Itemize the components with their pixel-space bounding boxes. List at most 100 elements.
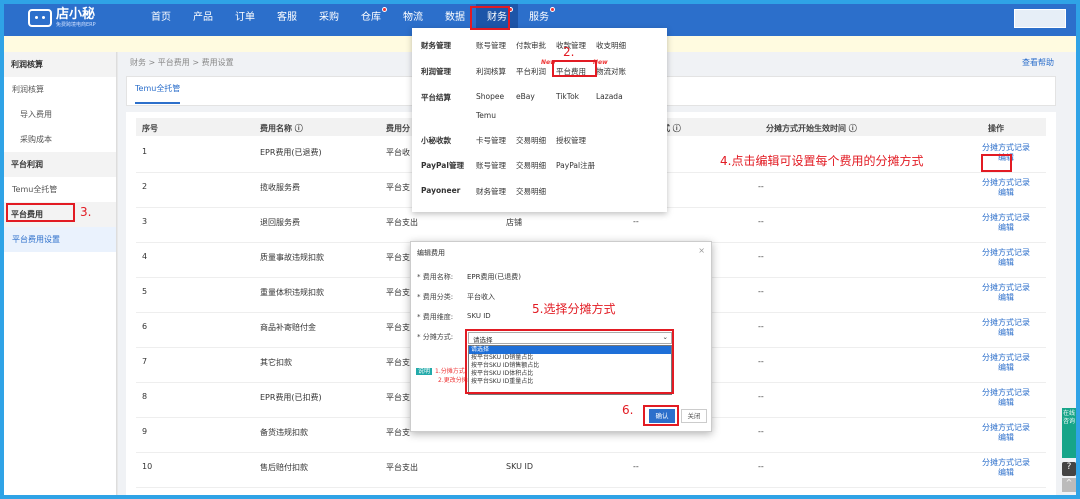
allocation-record-link[interactable]: 分摊方式记录 [982, 353, 1030, 363]
edit-link[interactable]: 编辑 [982, 468, 1030, 478]
edit-link[interactable]: 编辑 [982, 433, 1030, 443]
dd-link[interactable]: TikTok [556, 92, 579, 101]
logo[interactable]: 店小秘 免费跨境电商ERP [28, 6, 128, 28]
notification-dot-icon [550, 7, 555, 12]
user-avatar[interactable] [1014, 9, 1066, 28]
help-link[interactable]: 查看帮助 [1022, 57, 1054, 68]
tab-temu[interactable]: Temu全托管 [135, 83, 181, 104]
dd-link[interactable]: Shopee [476, 92, 504, 101]
annotation-2: 2. [563, 45, 575, 59]
edit-link[interactable]: 编辑 [982, 223, 1030, 233]
dd-head: 平台结算 [421, 93, 451, 102]
dd-link[interactable]: PayPal注册 [556, 160, 595, 171]
dd-link[interactable]: 付款审批 [516, 40, 546, 51]
label-allocation: * 分摊方式: [417, 333, 454, 341]
cell-type: 平台支 [386, 288, 410, 297]
menu-service[interactable]: 客服 [266, 0, 308, 36]
cell-name: 备货违规扣款 [260, 428, 308, 437]
dd-link[interactable]: 账号管理 [476, 160, 506, 171]
dd-link[interactable]: Lazada [596, 92, 623, 101]
logo-subtitle: 免费跨境电商ERP [56, 21, 96, 28]
sidebar-item-fee-settings[interactable]: 平台费用设置 [4, 227, 116, 252]
edit-link[interactable]: 编辑 [982, 188, 1030, 198]
annotation-6: 6. [622, 403, 634, 417]
cell-no: 7 [142, 357, 148, 366]
cell-name: 其它扣款 [260, 358, 292, 367]
table-row: 10 售后赔付扣款 平台支出 SKU ID -- -- 分摊方式记录 编辑 [136, 453, 1046, 488]
menu-warehouse[interactable]: 仓库 [350, 0, 392, 36]
help-icon[interactable]: ? [1062, 462, 1076, 476]
dd-link[interactable]: 交易明细 [516, 160, 546, 171]
cell-name: 揽收服务费 [260, 183, 300, 192]
edit-link[interactable]: 编辑 [982, 293, 1030, 303]
highlight-platform-fee [552, 60, 597, 77]
menu-purchase[interactable]: 采购 [308, 0, 350, 36]
cell-type: 平台支出 [386, 218, 418, 227]
dd-link[interactable]: 账号管理 [476, 40, 506, 51]
row-actions: 分摊方式记录 编辑 [982, 248, 1030, 268]
online-consult-button[interactable]: 在线咨询 [1062, 408, 1076, 458]
cell-dim: SKU ID [506, 462, 534, 471]
highlight-finance [470, 6, 510, 30]
highlight-fee-settings [6, 203, 75, 222]
sidebar-item-profit-calc[interactable]: 利润核算 [4, 77, 116, 102]
dd-link[interactable]: 交易明细 [516, 135, 546, 146]
allocation-record-link[interactable]: 分摊方式记录 [982, 213, 1030, 223]
dd-link[interactable]: 卡号管理 [476, 135, 506, 146]
menu-services-label: 服务 [529, 12, 549, 23]
highlight-select [465, 329, 674, 394]
label-fee-dim: * 费用维度: [417, 313, 454, 321]
explain-line-2: 2.更改分摊 [438, 377, 468, 384]
cell-t: -- [758, 182, 764, 191]
cell-no: 9 [142, 427, 148, 436]
edit-link[interactable]: 编辑 [982, 398, 1030, 408]
dd-link[interactable]: Temu [476, 111, 496, 120]
row-actions: 分摊方式记录 编辑 [982, 318, 1030, 338]
cell-no: 1 [142, 147, 148, 156]
close-icon[interactable]: × [698, 246, 705, 255]
dd-link[interactable]: 财务管理 [476, 186, 506, 197]
row-actions: 分摊方式记录 编辑 [982, 423, 1030, 443]
allocation-record-link[interactable]: 分摊方式记录 [982, 283, 1030, 293]
allocation-record-link[interactable]: 分摊方式记录 [982, 388, 1030, 398]
allocation-record-link[interactable]: 分摊方式记录 [982, 178, 1030, 188]
dd-link[interactable]: 物流对账 [596, 66, 626, 77]
sidebar-item-import-cost[interactable]: 导入费用 [4, 102, 116, 127]
cell-type: 平台支出 [386, 463, 418, 472]
dd-link[interactable]: 授权管理 [556, 135, 586, 146]
edit-link[interactable]: 编辑 [982, 363, 1030, 373]
cell-t: -- [758, 217, 764, 226]
th-time: 分摊方式开始生效时间 ⓘ [766, 124, 857, 133]
edit-link[interactable]: 编辑 [982, 258, 1030, 268]
menu-home[interactable]: 首页 [140, 0, 182, 36]
sidebar-item-purchase-cost[interactable]: 采购成本 [4, 127, 116, 152]
dd-link[interactable]: 收支明细 [596, 40, 626, 51]
dd-link[interactable]: 利润核算 [476, 66, 506, 77]
cell-m: -- [633, 462, 639, 471]
sidebar-item-temu[interactable]: Temu全托管 [4, 177, 116, 202]
allocation-record-link[interactable]: 分摊方式记录 [982, 143, 1030, 153]
menu-order[interactable]: 订单 [224, 0, 266, 36]
cell-m: -- [633, 217, 639, 226]
allocation-record-link[interactable]: 分摊方式记录 [982, 458, 1030, 468]
annotation-3: 3. [80, 205, 92, 219]
cell-t: -- [758, 252, 764, 261]
logo-name: 店小秘 [56, 6, 96, 22]
dd-link[interactable]: 平台利润 [516, 66, 546, 77]
cancel-button[interactable]: 关闭 [681, 409, 707, 423]
sidebar-group-platform-profit: 平台利润 [4, 152, 116, 177]
dd-head: 小秘收款 [421, 136, 451, 145]
dd-link[interactable]: 交易明细 [516, 186, 546, 197]
allocation-record-link[interactable]: 分摊方式记录 [982, 423, 1030, 433]
edit-link[interactable]: 编辑 [982, 328, 1030, 338]
back-to-top-icon[interactable]: ^ [1062, 478, 1076, 492]
dd-link[interactable]: eBay [516, 92, 535, 101]
value-fee-name: EPR费用(已退费) [467, 273, 521, 281]
menu-product[interactable]: 产品 [182, 0, 224, 36]
row-actions: 分摊方式记录 编辑 [982, 353, 1030, 373]
finance-dropdown-menu: 财务管理 账号管理 付款审批 收款管理 收支明细 利润管理 利润核算 平台利润 … [412, 28, 667, 212]
dd-head: 财务管理 [421, 41, 451, 50]
allocation-record-link[interactable]: 分摊方式记录 [982, 318, 1030, 328]
explain-line-1: 1.分摊方式 [435, 368, 465, 375]
allocation-record-link[interactable]: 分摊方式记录 [982, 248, 1030, 258]
